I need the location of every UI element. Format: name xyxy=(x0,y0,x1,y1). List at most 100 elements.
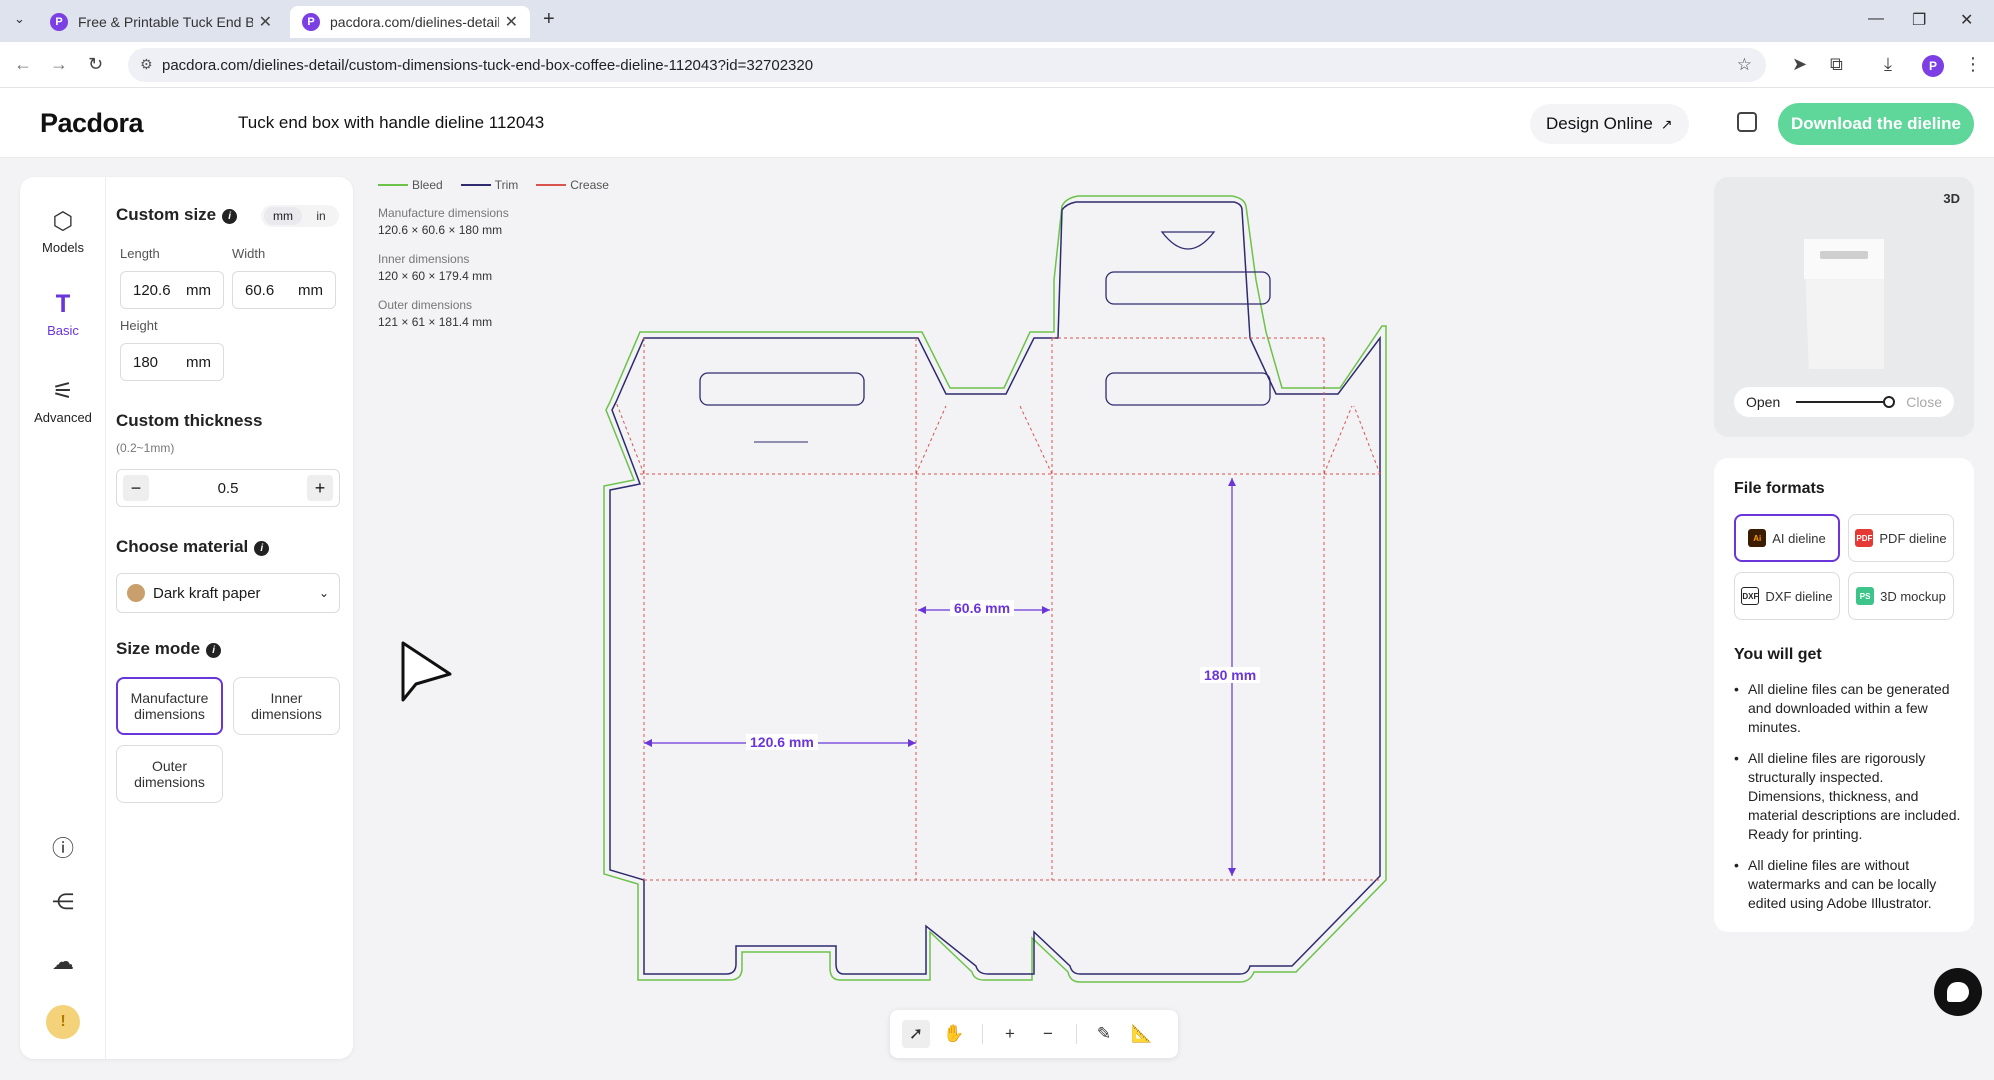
height-label: Height xyxy=(120,318,158,333)
url-input[interactable]: ⚙ pacdora.com/dielines-detail/custom-dim… xyxy=(128,48,1766,82)
rail-item-advanced[interactable]: ⚟ Advanced xyxy=(20,377,106,425)
length-unit: mm xyxy=(186,281,211,299)
info-icon[interactable]: i xyxy=(254,541,270,556)
sliders-icon: ⚟ xyxy=(52,378,74,405)
decrease-button[interactable]: − xyxy=(123,475,149,501)
close-tab-icon[interactable]: ✕ xyxy=(505,12,518,32)
bookmark-star-icon[interactable]: ☆ xyxy=(1737,55,1752,75)
rail-label: Advanced xyxy=(34,410,92,425)
reload-icon[interactable]: ↻ xyxy=(88,54,103,75)
profile-avatar[interactable]: P xyxy=(1922,55,1944,77)
site-settings-icon[interactable]: ⚙ xyxy=(140,56,153,73)
new-tab-icon[interactable]: + xyxy=(543,8,555,31)
close-tab-icon[interactable]: ✕ xyxy=(259,12,272,32)
choose-material-label: Choose material xyxy=(116,537,249,556)
unit-in-option[interactable]: in xyxy=(307,207,335,225)
rail-item-basic[interactable]: 𝐓 Basic xyxy=(20,291,106,338)
ai-dieline-button[interactable]: Ai AI dieline xyxy=(1734,514,1840,562)
slider-knob[interactable] xyxy=(1883,396,1896,408)
close-window-icon[interactable]: ✕ xyxy=(1960,10,1973,30)
pdf-dieline-button[interactable]: PDF PDF dieline xyxy=(1848,514,1954,562)
dim-value: 121 × 61 × 181.4 mm xyxy=(378,315,493,329)
forward-icon[interactable]: → xyxy=(50,54,68,75)
3d-rotate-icon[interactable]: 3D xyxy=(1943,191,1960,206)
tab-list-chevron-icon[interactable]: ⌄ xyxy=(14,11,25,27)
download-dieline-button[interactable]: Download the dieline xyxy=(1778,103,1974,145)
outer-dimensions-button[interactable]: Outer dimensions xyxy=(116,745,223,803)
length-input[interactable]: 120.6 mm xyxy=(120,271,224,309)
info-alert-icon[interactable]: ⓘ xyxy=(20,831,106,863)
3d-mockup-button[interactable]: PS 3D mockup xyxy=(1848,572,1954,620)
box-preview-top xyxy=(1804,239,1884,279)
format-label: DXF dieline xyxy=(1765,588,1833,604)
thickness-value[interactable]: 0.5 xyxy=(177,480,279,497)
3d-preview[interactable]: 3D Open Close xyxy=(1714,177,1974,437)
trim-shape xyxy=(609,201,1381,975)
pen-tool-icon[interactable]: ✎ xyxy=(1090,1020,1118,1048)
legend-trim: Trim xyxy=(460,178,518,192)
select-tool-icon[interactable]: ➚ xyxy=(902,1020,930,1048)
choose-material-title: Choose material i xyxy=(116,537,270,557)
dimension-arrows xyxy=(644,478,1233,876)
download-icon[interactable]: ⤓ xyxy=(1884,54,1892,75)
share-icon[interactable]: ⋲ xyxy=(20,889,106,915)
cart-icon[interactable] xyxy=(1737,112,1757,132)
inner-dimensions-button[interactable]: Inner dimensions xyxy=(233,677,340,735)
dieline-canvas[interactable] xyxy=(600,190,1480,1000)
minimize-icon[interactable]: — xyxy=(1868,10,1884,28)
material-select[interactable]: Dark kraft paper ⌄ xyxy=(116,573,340,613)
list-item: All dieline files are rigorously structu… xyxy=(1734,749,1962,844)
height-value: 180 xyxy=(133,353,159,371)
dxf-dieline-button[interactable]: DXF DXF dieline xyxy=(1734,572,1840,620)
extensions-puzzle-icon[interactable]: ⧉ xyxy=(1830,54,1843,75)
height-input[interactable]: 180 mm xyxy=(120,343,224,381)
pacdora-favicon-icon: P xyxy=(50,13,68,31)
browser-tab-1[interactable]: P Free & Printable Tuck End Bo ✕ xyxy=(38,6,284,38)
pacdora-logo[interactable]: Pacdora xyxy=(40,108,144,139)
chat-bubble-icon xyxy=(1947,982,1969,1002)
measure-ruler-icon[interactable]: 📐 xyxy=(1128,1020,1156,1048)
browser-tabbar: ⌄ P Free & Printable Tuck End Bo ✕ P pac… xyxy=(0,0,1994,42)
handle-slot-front xyxy=(699,372,865,406)
you-will-get-title: You will get xyxy=(1734,646,1822,663)
handle-slot-back xyxy=(1105,372,1271,406)
design-online-button[interactable]: Design Online ↗ xyxy=(1530,104,1689,144)
cloud-icon[interactable]: ☁ xyxy=(20,949,106,975)
list-item: All dieline files can be generated and d… xyxy=(1734,680,1962,737)
box-preview-handle xyxy=(1820,251,1868,259)
rail-item-models[interactable]: ⬡ Models xyxy=(20,207,106,255)
zoom-out-icon[interactable]: − xyxy=(1034,1020,1062,1048)
benefits-list: All dieline files can be generated and d… xyxy=(1734,680,1962,925)
slider-track[interactable] xyxy=(1796,401,1894,403)
outer-dimensions-readout: Outer dimensions 121 × 61 × 181.4 mm xyxy=(378,298,492,329)
info-icon[interactable]: i xyxy=(222,209,238,224)
unit-toggle[interactable]: mm in xyxy=(261,205,339,227)
width-value: 60.6 xyxy=(245,281,275,299)
width-input[interactable]: 60.6 mm xyxy=(232,271,336,309)
increase-button[interactable]: + xyxy=(307,475,333,501)
menu-kebab-icon[interactable]: ⋮ xyxy=(1964,54,1982,75)
bleed-outline xyxy=(640,330,1480,990)
legend-bleed: Bleed xyxy=(378,178,443,192)
thickness-stepper[interactable]: − 0.5 + xyxy=(116,469,340,507)
cursor-extension-icon[interactable]: ➤ xyxy=(1792,54,1807,75)
info-icon[interactable]: i xyxy=(206,643,222,658)
format-label: PDF dieline xyxy=(1879,530,1947,546)
dim-value: 120 × 60 × 179.4 mm xyxy=(378,269,493,283)
pan-hand-icon[interactable]: ✋ xyxy=(940,1020,968,1048)
canvas-toolbar: ➚ ✋ + − ✎ 📐 xyxy=(890,1010,1178,1058)
unit-mm-option[interactable]: mm xyxy=(264,207,302,225)
open-close-slider[interactable]: Open Close xyxy=(1734,387,1954,417)
file-formats-title: File formats xyxy=(1734,480,1825,497)
zoom-in-icon[interactable]: + xyxy=(996,1020,1024,1048)
chat-support-button[interactable] xyxy=(1934,968,1982,1016)
length-value: 120.6 xyxy=(133,281,171,299)
back-icon[interactable]: ← xyxy=(14,54,32,75)
user-avatar[interactable]: ! xyxy=(46,1005,80,1039)
close-label: Close xyxy=(1906,394,1942,410)
custom-size-label: Custom size xyxy=(116,205,217,224)
length-dimension-label: 120.6 mm xyxy=(746,734,818,750)
restore-icon[interactable]: ❐ xyxy=(1912,10,1926,30)
browser-tab-2[interactable]: P pacdora.com/dielines-detail/ ✕ xyxy=(290,6,530,38)
manufacture-dimensions-button[interactable]: Manufacture dimensions xyxy=(116,677,223,735)
